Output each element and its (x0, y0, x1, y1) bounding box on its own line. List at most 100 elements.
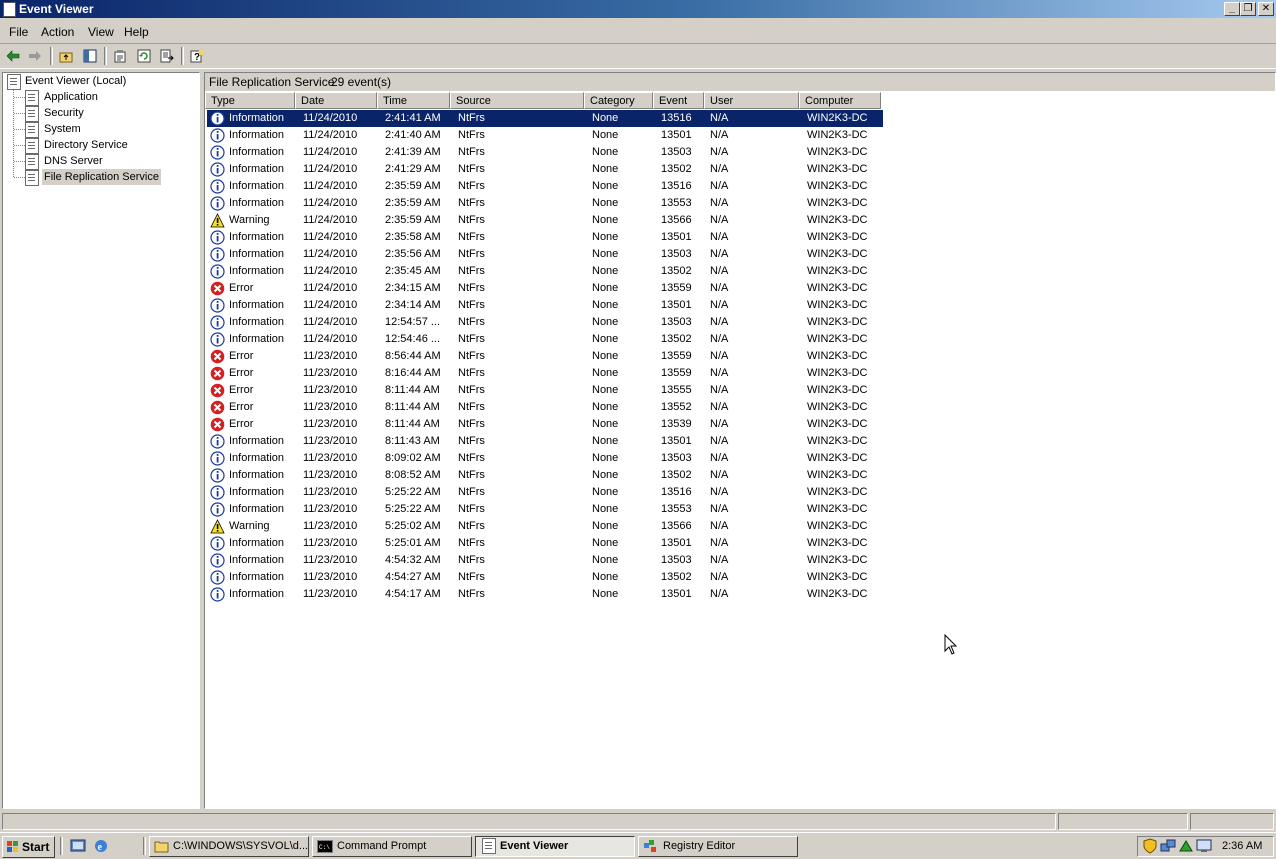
forward-button[interactable] (26, 47, 44, 65)
cell-category: None (592, 588, 619, 600)
security-shield-icon[interactable] (1143, 838, 1157, 854)
refresh-button[interactable] (135, 47, 153, 65)
cell-source: NtFrs (458, 231, 485, 243)
table-row[interactable]: Information 11/24/2010 2:35:45 AM NtFrs None… (207, 263, 883, 280)
table-row[interactable]: Information 11/23/2010 8:08:52 AM NtFrs None… (207, 467, 883, 484)
column-header-category[interactable]: Category (584, 92, 653, 109)
column-header-user[interactable]: User (704, 92, 799, 109)
cell-event: 13503 (661, 452, 692, 464)
status-panel (1058, 813, 1188, 830)
table-row[interactable]: Information 11/23/2010 4:54:27 AM NtFrs None… (207, 569, 883, 586)
help-button[interactable]: ? (188, 47, 206, 65)
cell-type: Error (229, 282, 254, 294)
cell-category: None (592, 214, 619, 226)
cell-date: 11/23/2010 (303, 367, 358, 379)
start-button[interactable]: Start (2, 836, 55, 858)
cell-time: 5:25:01 AM (385, 537, 441, 549)
export-list-button[interactable] (158, 47, 176, 65)
column-header-date[interactable]: Date (295, 92, 377, 109)
table-row[interactable]: Information 11/24/2010 2:41:40 AM NtFrs None… (207, 127, 883, 144)
cell-category: None (592, 554, 619, 566)
table-row[interactable]: Information 11/24/2010 2:41:39 AM NtFrs None… (207, 144, 883, 161)
network-icon[interactable] (1160, 838, 1176, 854)
task-command-prompt[interactable]: C:\ Command Prompt (312, 836, 472, 857)
show-desktop-icon[interactable] (70, 838, 86, 854)
restore-button[interactable]: ❐ (1240, 2, 1256, 16)
toolbar-separator (50, 47, 53, 65)
cell-event: 13516 (661, 180, 692, 192)
table-row[interactable]: Information 11/23/2010 5:25:22 AM NtFrs None… (207, 484, 883, 501)
cell-category: None (592, 333, 619, 345)
windows-logo-icon (7, 841, 18, 852)
column-header-time[interactable]: Time (377, 92, 450, 109)
command-prompt-icon: C:\ (317, 840, 333, 853)
table-row[interactable]: Error 11/23/2010 8:16:44 AM NtFrs None 13559 N… (207, 365, 883, 382)
minimize-button[interactable]: _ (1224, 2, 1240, 16)
cell-computer: WIN2K3-DC (807, 163, 868, 175)
table-row[interactable]: Information 11/24/2010 2:41:29 AM NtFrs None… (207, 161, 883, 178)
cell-computer: WIN2K3-DC (807, 112, 868, 124)
internet-explorer-icon[interactable]: e (93, 838, 109, 854)
table-row[interactable]: Warning 11/24/2010 2:35:59 AM NtFrs None 1356… (207, 212, 883, 229)
menu-help[interactable]: Help (124, 25, 149, 39)
display-icon[interactable] (1196, 838, 1212, 854)
menu-action[interactable]: Action (41, 25, 74, 39)
cell-time: 2:35:45 AM (385, 265, 441, 277)
task-registry-editor[interactable]: Registry Editor (638, 836, 798, 857)
cell-event: 13566 (661, 214, 692, 226)
table-row[interactable]: Information 11/23/2010 4:54:17 AM NtFrs None… (207, 586, 883, 603)
toolbar-separator (181, 47, 184, 65)
table-row[interactable]: Information 11/23/2010 5:25:01 AM NtFrs None… (207, 535, 883, 552)
event-count: 29 event(s) (331, 75, 392, 89)
table-row[interactable]: Information 11/24/2010 12:54:57 ... NtFrs No… (207, 314, 883, 331)
column-header-type[interactable]: Type (205, 92, 295, 109)
console-tree-icon (83, 49, 97, 63)
task-event-viewer[interactable]: Event Viewer (475, 836, 635, 857)
column-header-source[interactable]: Source (450, 92, 584, 109)
tree-connector (14, 97, 25, 98)
up-one-level-button[interactable] (57, 47, 75, 65)
cell-computer: WIN2K3-DC (807, 384, 868, 396)
back-button[interactable] (4, 47, 22, 65)
show-hide-console-tree-button[interactable] (81, 47, 99, 65)
table-row[interactable]: Information 11/24/2010 12:54:46 ... NtFrs No… (207, 331, 883, 348)
table-row[interactable]: Error 11/23/2010 8:11:44 AM NtFrs None 13555 N… (207, 382, 883, 399)
table-row[interactable]: Information 11/23/2010 5:25:22 AM NtFrs None… (207, 501, 883, 518)
task-explorer-window[interactable]: C:\WINDOWS\SYSVOL\d... (149, 836, 309, 857)
cell-category: None (592, 503, 619, 515)
table-row[interactable]: Warning 11/23/2010 5:25:02 AM NtFrs None 1356… (207, 518, 883, 535)
cell-time: 8:16:44 AM (385, 367, 441, 379)
table-row[interactable]: Information 11/24/2010 2:35:59 AM NtFrs None… (207, 195, 883, 212)
table-row[interactable]: Error 11/23/2010 8:56:44 AM NtFrs None 13559 N… (207, 348, 883, 365)
cell-type: Information (229, 180, 285, 192)
properties-button[interactable] (111, 47, 129, 65)
network-activity-icon[interactable] (1178, 838, 1194, 854)
cell-category: None (592, 180, 619, 192)
cell-user: N/A (710, 435, 729, 447)
cell-category: None (592, 537, 619, 549)
column-header-event[interactable]: Event (653, 92, 704, 109)
table-row[interactable]: Information 11/24/2010 2:35:59 AM NtFrs None… (207, 178, 883, 195)
table-row[interactable]: Information 11/24/2010 2:35:58 AM NtFrs None… (207, 229, 883, 246)
table-row[interactable]: Information 11/23/2010 8:09:02 AM NtFrs None… (207, 450, 883, 467)
cell-computer: WIN2K3-DC (807, 418, 868, 430)
menu-view[interactable]: View (88, 25, 114, 39)
table-row[interactable]: Information 11/24/2010 2:35:56 AM NtFrs None… (207, 246, 883, 263)
close-button[interactable]: ✕ (1258, 2, 1274, 16)
table-row[interactable]: Information 11/23/2010 4:54:32 AM NtFrs None… (207, 552, 883, 569)
cell-type: Information (229, 537, 285, 549)
cell-source: NtFrs (458, 486, 485, 498)
table-row[interactable]: Information 11/24/2010 2:34:14 AM NtFrs None… (207, 297, 883, 314)
table-row[interactable]: Error 11/23/2010 8:11:44 AM NtFrs None 13552 N… (207, 399, 883, 416)
column-header-computer[interactable]: Computer (799, 92, 881, 109)
clock[interactable]: 2:36 AM (1222, 840, 1262, 852)
cell-category: None (592, 384, 619, 396)
cell-date: 11/24/2010 (303, 248, 358, 260)
table-row[interactable]: Information 11/24/2010 2:41:41 AM NtFrs None… (207, 110, 883, 127)
cell-time: 2:34:15 AM (385, 282, 441, 294)
cell-computer: WIN2K3-DC (807, 231, 868, 243)
table-row[interactable]: Information 11/23/2010 8:11:43 AM NtFrs None… (207, 433, 883, 450)
table-row[interactable]: Error 11/23/2010 8:11:44 AM NtFrs None 13539 N… (207, 416, 883, 433)
menu-file[interactable]: File (9, 25, 28, 39)
table-row[interactable]: Error 11/24/2010 2:34:15 AM NtFrs None 13559 N… (207, 280, 883, 297)
